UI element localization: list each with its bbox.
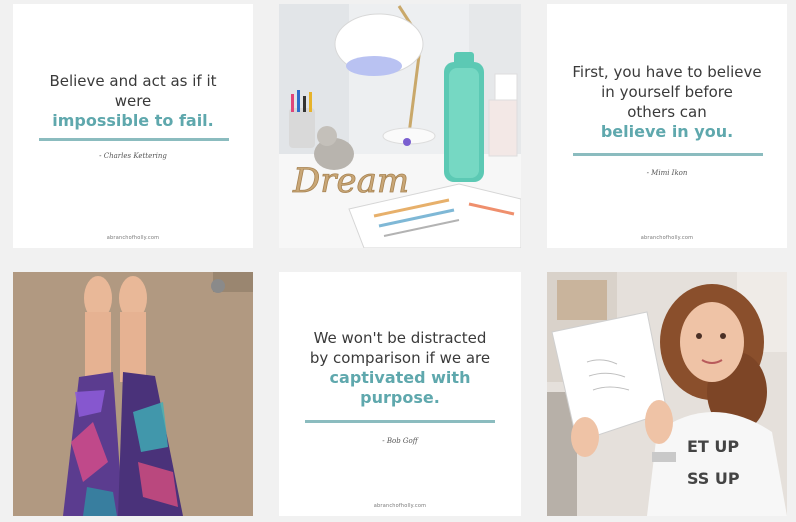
quote-accent-line: believe in you. bbox=[600, 122, 734, 141]
quote-line: First, you have to believe bbox=[572, 63, 762, 81]
quote-author: - Bob Goff bbox=[382, 437, 418, 445]
shirt-text: SS UP bbox=[687, 469, 740, 488]
quote-text: First, you have to believe in yourself b… bbox=[547, 62, 787, 142]
photo-tile-portrait[interactable]: ET UP SS UP bbox=[547, 272, 787, 516]
shirt-text: ET UP bbox=[687, 437, 739, 456]
quote-tile-kettering[interactable]: Believe and act as if it were impossible… bbox=[13, 4, 253, 248]
dream-sign: Dream bbox=[292, 161, 409, 201]
quote-accent-line: impossible to fail. bbox=[52, 111, 214, 130]
quote-tile-goff[interactable]: We won't be distracted by comparison if … bbox=[279, 272, 521, 516]
image-grid: Believe and act as if it were impossible… bbox=[0, 0, 796, 522]
leggings-photo bbox=[13, 272, 253, 516]
accent-rule bbox=[305, 420, 495, 423]
photo-tile-desk[interactable]: Dream bbox=[279, 4, 521, 248]
quote-line: Believe and act as if it bbox=[49, 72, 217, 90]
quote-text: We won't be distracted by comparison if … bbox=[279, 328, 521, 408]
quote-text: Believe and act as if it were impossible… bbox=[13, 71, 253, 131]
quote-accent-line: captivated with bbox=[329, 368, 471, 387]
photo-tile-leggings[interactable] bbox=[13, 272, 253, 516]
quote-line: in yourself before bbox=[601, 83, 733, 101]
portrait-photo: ET UP SS UP bbox=[547, 272, 787, 516]
quote-line: others can bbox=[627, 103, 707, 121]
accent-rule bbox=[573, 153, 763, 156]
quote-author: - Mimi Ikon bbox=[646, 169, 688, 177]
accent-rule bbox=[39, 138, 229, 141]
quote-line: were bbox=[114, 92, 152, 110]
quote-author: - Charles Kettering bbox=[99, 152, 167, 160]
desk-photo: Dream bbox=[279, 4, 521, 248]
quote-tile-ikon[interactable]: First, you have to believe in yourself b… bbox=[547, 4, 787, 248]
site-watermark: abranchofholly.com bbox=[106, 235, 160, 241]
site-watermark: abranchofholly.com bbox=[373, 503, 427, 509]
quote-accent-line: purpose. bbox=[360, 388, 440, 407]
quote-line: by comparison if we are bbox=[309, 349, 491, 367]
site-watermark: abranchofholly.com bbox=[640, 235, 694, 241]
quote-line: We won't be distracted bbox=[313, 329, 487, 347]
